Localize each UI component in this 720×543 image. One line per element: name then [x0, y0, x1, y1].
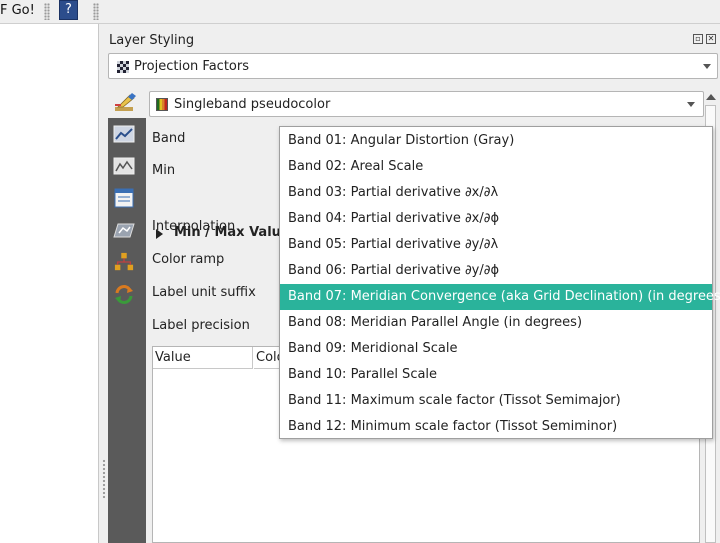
style-sidebar: [108, 118, 146, 543]
band-option[interactable]: Band 08: Meridian Parallel Angle (in deg…: [280, 310, 712, 336]
band-option[interactable]: Band 06: Partial derivative ∂y/∂ϕ: [280, 258, 712, 284]
band-option[interactable]: Band 02: Areal Scale: [280, 154, 712, 180]
rendering-icon[interactable]: [113, 252, 135, 272]
renderer-select[interactable]: Singleband pseudocolor: [149, 91, 704, 117]
toolbar-grip-icon[interactable]: [93, 3, 99, 20]
label-unit-suffix-label: Label unit suffix: [152, 285, 256, 300]
paintbrush-icon: [115, 93, 136, 111]
dock-splitter[interactable]: [100, 24, 108, 543]
band-option[interactable]: Band 09: Meridional Scale: [280, 336, 712, 362]
interpolation-label: Interpolation: [152, 219, 236, 234]
column-header-value[interactable]: Value: [153, 347, 253, 369]
band-label: Band: [152, 131, 186, 146]
layer-name: Projection Factors: [134, 59, 249, 74]
toolbar-grip-icon[interactable]: [44, 3, 50, 20]
scroll-up-icon[interactable]: [706, 94, 716, 100]
pseudocolor-icon: [156, 98, 168, 111]
band-option[interactable]: Band 11: Maximum scale factor (Tissot Se…: [280, 388, 712, 414]
symbology-icon[interactable]: [113, 124, 135, 144]
toolbar-go-button[interactable]: F Go!: [0, 3, 35, 18]
band-option[interactable]: Band 04: Partial derivative ∂x/∂ϕ: [280, 206, 712, 232]
history-icon[interactable]: [113, 284, 135, 304]
legend-icon[interactable]: [113, 188, 135, 208]
help-button[interactable]: ?: [59, 0, 78, 20]
color-ramp-label: Color ramp: [152, 252, 225, 267]
raster-layer-icon: [117, 61, 129, 73]
dock-title: Layer Styling: [109, 33, 195, 48]
label-precision-label: Label precision: [152, 318, 250, 333]
chevron-down-icon: [703, 64, 711, 69]
chevron-down-icon: [687, 102, 695, 107]
splitter-grip-icon[interactable]: [102, 459, 106, 499]
band-option[interactable]: Band 12: Minimum scale factor (Tissot Se…: [280, 414, 712, 440]
band-option[interactable]: Band 03: Partial derivative ∂x/∂λ: [280, 180, 712, 206]
layer-select[interactable]: Projection Factors: [108, 53, 718, 79]
band-dropdown-list[interactable]: Band 01: Angular Distortion (Gray) Band 0…: [279, 126, 720, 440]
band-option[interactable]: Band 10: Parallel Scale: [280, 362, 712, 388]
histogram-icon[interactable]: [113, 156, 135, 176]
min-label: Min: [152, 163, 176, 178]
renderer-name: Singleband pseudocolor: [174, 97, 331, 112]
map-canvas[interactable]: [0, 24, 99, 543]
float-icon[interactable]: ▫: [693, 34, 703, 44]
close-icon[interactable]: ✕: [706, 34, 716, 44]
band-option[interactable]: Band 07: Meridian Convergence (aka Grid …: [280, 284, 720, 310]
toolbar: F Go! ?: [0, 0, 720, 24]
band-option[interactable]: Band 01: Angular Distortion (Gray): [280, 128, 712, 154]
band-option[interactable]: Band 05: Partial derivative ∂y/∂λ: [280, 232, 712, 258]
transparency-icon[interactable]: [113, 220, 135, 240]
